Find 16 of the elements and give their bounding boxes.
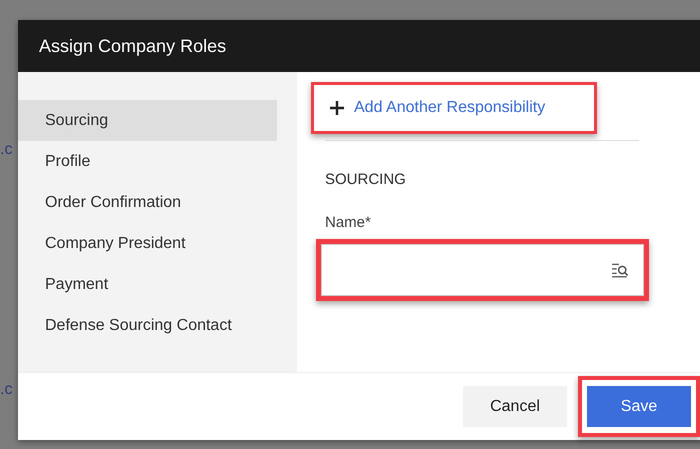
search-icon bbox=[611, 262, 629, 278]
sidebar-item[interactable]: Sourcing bbox=[18, 100, 277, 141]
sidebar-item[interactable]: Company President bbox=[18, 223, 277, 264]
plus-icon bbox=[330, 101, 344, 115]
section-title: SOURCING bbox=[325, 171, 407, 188]
cancel-button[interactable]: Cancel bbox=[463, 386, 567, 427]
add-responsibility-link[interactable]: Add Another Responsibility bbox=[354, 99, 546, 117]
background-text: .c bbox=[0, 140, 14, 160]
sidebar-item[interactable]: Payment bbox=[18, 264, 277, 305]
background-text: .c bbox=[0, 380, 14, 400]
sidebar-item[interactable]: Defense Sourcing Contact bbox=[18, 305, 277, 346]
dialog-title: Assign Company Roles bbox=[39, 36, 226, 56]
save-button[interactable]: Save bbox=[587, 386, 691, 427]
field-label: Name* bbox=[325, 214, 372, 231]
sidebar-item[interactable]: Order Confirmation bbox=[18, 182, 277, 223]
sidebar-item[interactable]: Profile bbox=[18, 141, 277, 182]
